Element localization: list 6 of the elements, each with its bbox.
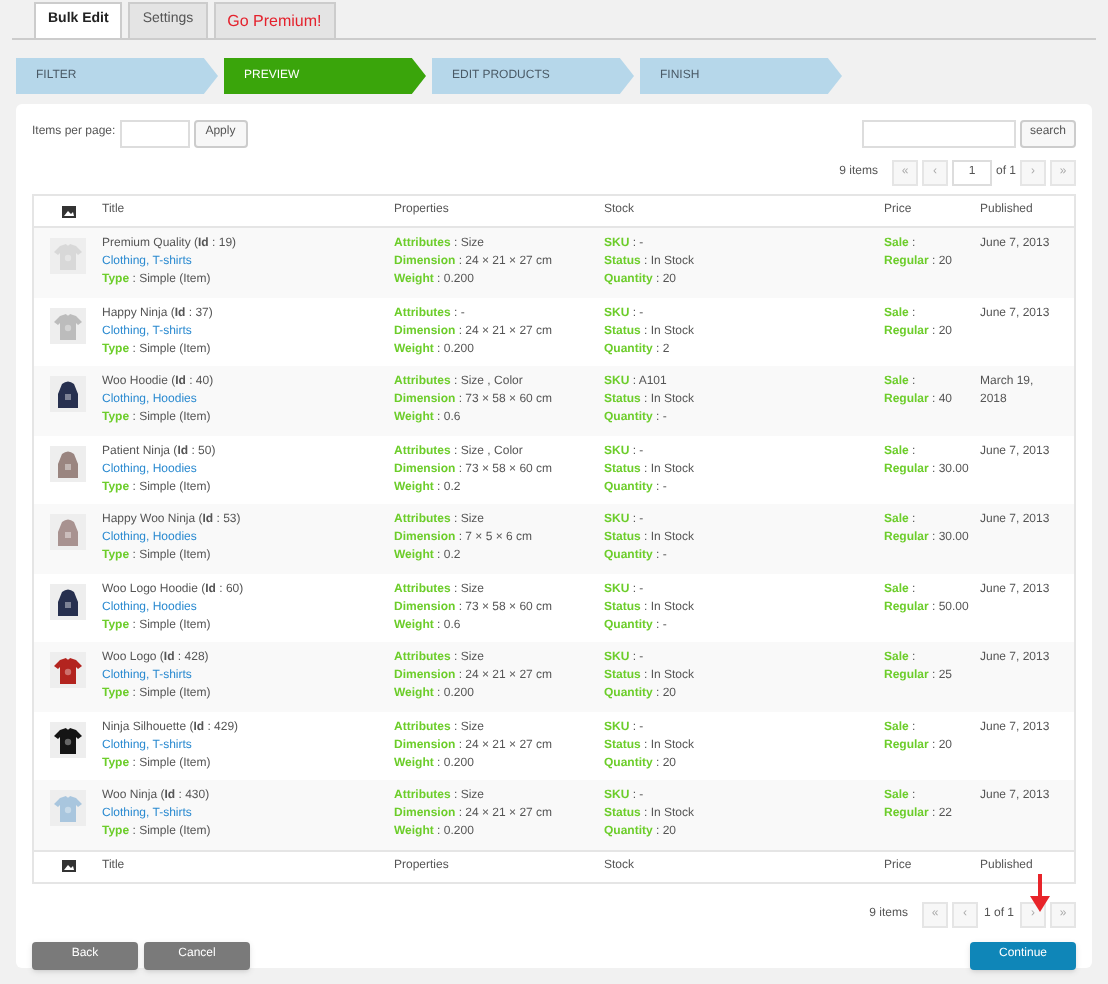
search-field[interactable] — [861, 119, 1016, 147]
items-per-page-field[interactable] — [119, 119, 190, 147]
tab[interactable]: Go Premium! — [213, 2, 336, 38]
image-icon — [61, 860, 75, 872]
image-icon — [61, 205, 75, 217]
annotation-arrow — [1030, 874, 1050, 912]
